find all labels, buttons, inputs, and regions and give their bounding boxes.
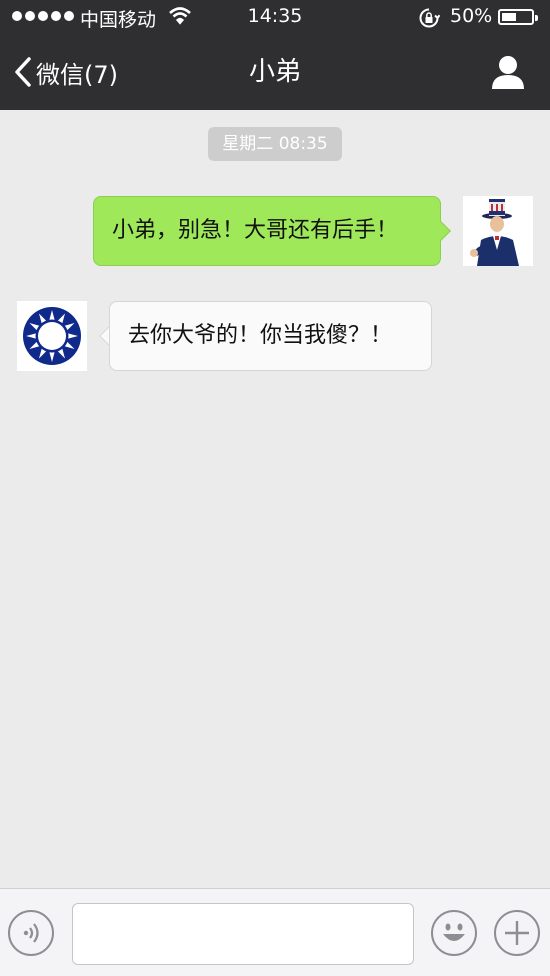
emoji-icon: [443, 923, 465, 941]
emoji-button[interactable]: [431, 910, 477, 956]
voice-icon: [23, 923, 39, 943]
rotation-lock-icon: [419, 8, 440, 28]
voice-button[interactable]: [8, 910, 54, 956]
back-label: 微信(7): [36, 60, 118, 89]
incoming-message-bubble[interactable]: 去你大爷的！你当我傻？！: [109, 301, 432, 371]
chat-area[interactable]: 星期二 08:35 小弟，别急！大哥还有后手！ 去你大爷的！你当我傻？！: [0, 110, 550, 888]
uncle-sam-image: [463, 196, 533, 266]
blue-sky-white-sun-avatar[interactable]: [17, 301, 87, 371]
battery-fill: [502, 13, 516, 21]
plus-icon: [505, 921, 529, 945]
nav-bar: 微信(7) 小弟: [0, 34, 550, 110]
back-button[interactable]: 微信(7): [14, 34, 118, 110]
battery-icon: [498, 9, 538, 25]
battery-percent: 50%: [450, 5, 493, 27]
status-bar: 中国移动 14:35 50%: [0, 0, 550, 34]
more-button[interactable]: [494, 910, 540, 956]
message-text: 小弟，别急！大哥还有后手！: [112, 218, 399, 243]
message-text: 去你大爷的！你当我傻？！: [128, 323, 393, 348]
outgoing-message-bubble[interactable]: 小弟，别急！大哥还有后手！: [93, 196, 441, 266]
message-timestamp: 星期二 08:35: [208, 127, 342, 161]
chevron-left-icon: [15, 57, 31, 87]
input-bar: [0, 888, 550, 976]
blue-sky-white-sun-emblem: [17, 301, 87, 371]
message-input[interactable]: [72, 903, 414, 965]
person-icon[interactable]: [490, 54, 526, 90]
uncle-sam-avatar[interactable]: [463, 196, 533, 266]
